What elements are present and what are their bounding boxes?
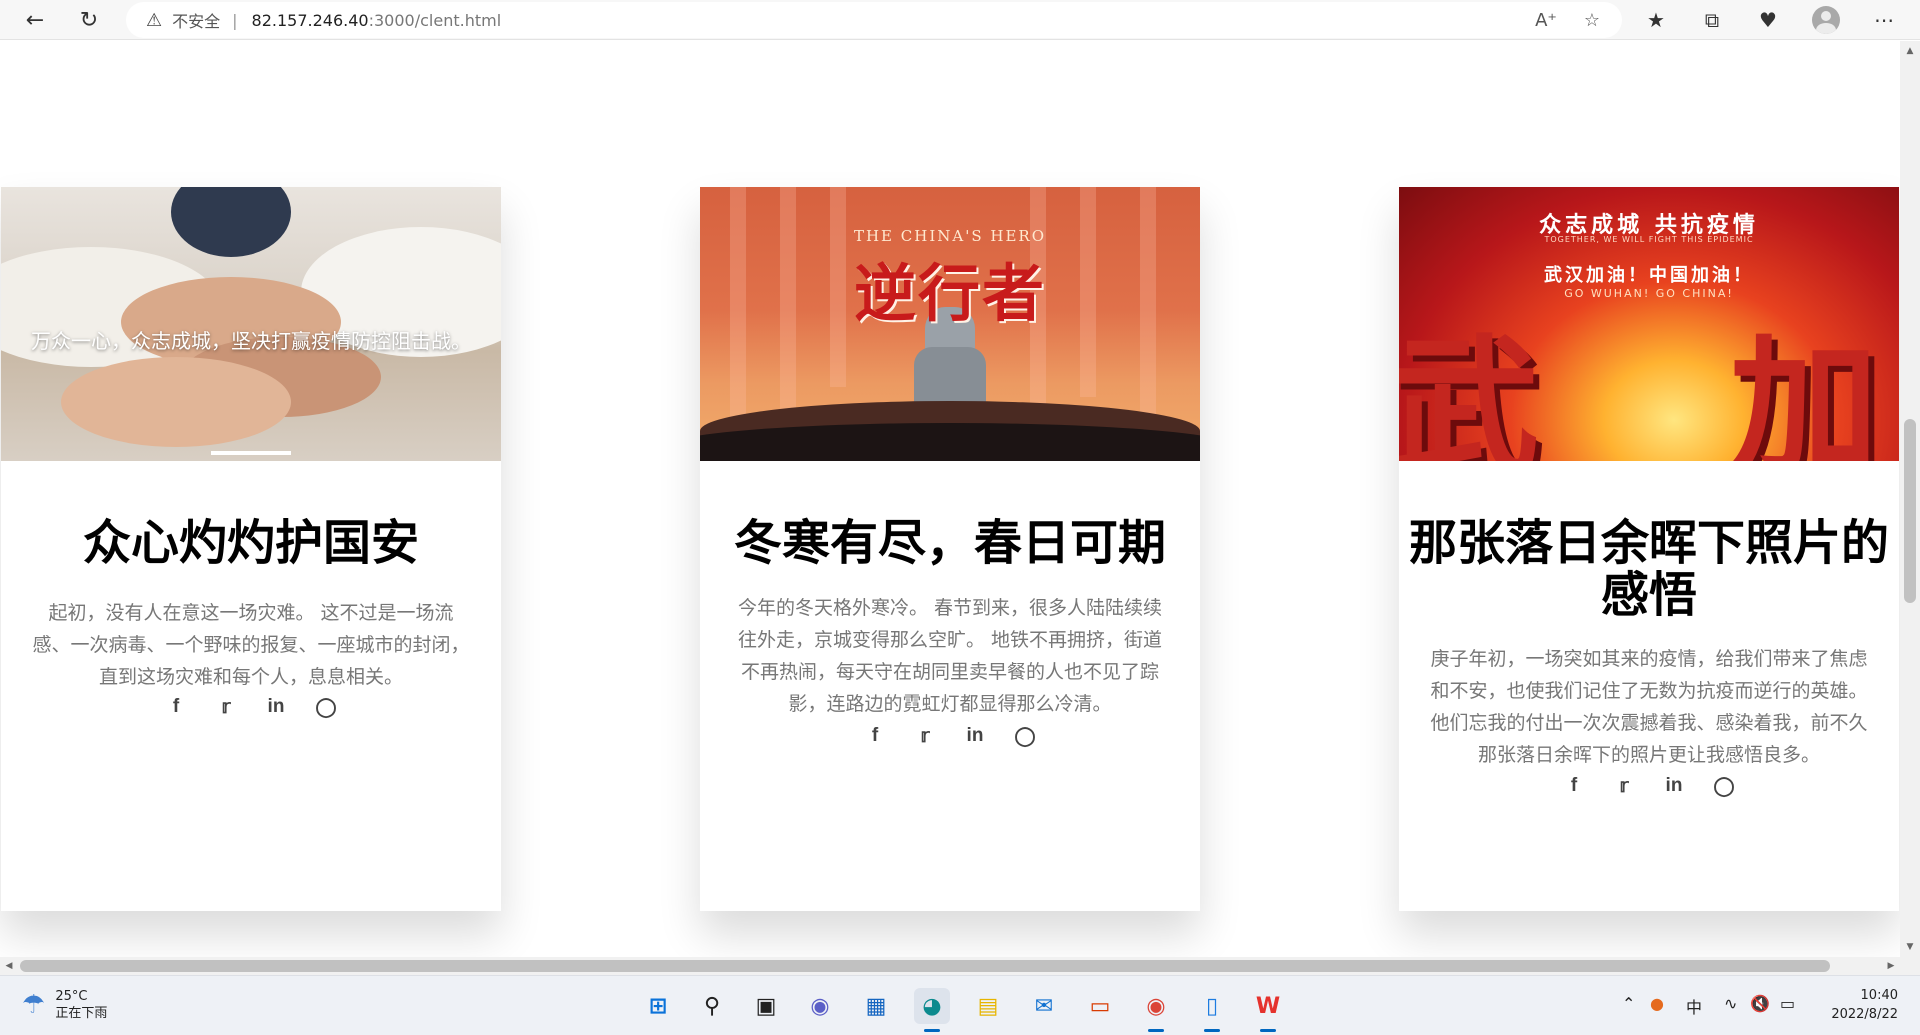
weather-temperature: 25°C (55, 989, 88, 1004)
horizontal-scrollbar[interactable]: ◀ ▶ (0, 957, 1900, 975)
address-separator: | (232, 10, 238, 30)
add-favorite-icon[interactable]: ☆ (1576, 4, 1608, 36)
search-icon[interactable]: ⚲ (694, 988, 730, 1024)
facebook-icon[interactable]: f (163, 694, 189, 720)
linkedin-icon[interactable]: in (1661, 773, 1687, 799)
clock-time: 10:40 (1860, 988, 1898, 1003)
wps-icon[interactable]: W (1250, 988, 1286, 1032)
image-caption: 万众一心，众志成城，坚决打赢疫情防控阻击战。 (31, 329, 471, 353)
collections-icon[interactable]: ⧉ (1692, 4, 1732, 36)
weather-condition: 正在下雨 (55, 1006, 108, 1021)
article-card[interactable]: 武 加 众志成城 共抗疫情 TOGETHER, WE WILL FIGHT TH… (1399, 187, 1899, 911)
wifi-icon[interactable]: ∿ (1724, 994, 1737, 1013)
url-path: :3000/clent.html (368, 10, 502, 30)
start-icon[interactable]: ⊞ (640, 988, 676, 1024)
browser-toolbar: ← ↻ ⚠ 不安全 | 82.157.246.40:3000/clent.htm… (0, 0, 1920, 40)
horizontal-scroll-thumb[interactable] (20, 960, 1830, 972)
social-links: f 𝕣 in ◯ (700, 723, 1200, 749)
tray-overflow-icon[interactable]: ⌃ (1622, 994, 1635, 1013)
health-icon[interactable]: ♥ (1748, 4, 1788, 36)
instagram-icon[interactable]: ◯ (313, 694, 339, 720)
banner-line-2: TOGETHER, WE WILL FIGHT THIS EPIDEMIC (1544, 235, 1754, 244)
store-icon[interactable]: ▦ (858, 988, 894, 1024)
scrollbar-corner (1900, 957, 1920, 975)
clock-date: 2022/8/22 (1831, 1007, 1898, 1022)
scroll-right-icon[interactable]: ▶ (1882, 957, 1900, 975)
banner-line-4: GO WUHAN! GO CHINA! (1564, 287, 1734, 300)
banner-big-char-left: 武 (1399, 322, 1540, 461)
article-card[interactable]: 万众一心，众志成城，坚决打赢疫情防控阻击战。 众心灼灼护国安 起初，没有人在意这… (1, 187, 501, 911)
twitter-icon[interactable]: 𝕣 (213, 694, 239, 720)
clock[interactable]: 10:40 2022/8/22 (1806, 986, 1898, 1024)
battery-icon[interactable]: ▭ (1780, 994, 1795, 1013)
ime-indicator[interactable]: 中 (1686, 994, 1702, 1018)
page-viewport: 万众一心，众志成城，坚决打赢疫情防控阻击战。 众心灼灼护国安 起初，没有人在意这… (0, 41, 1900, 957)
card-title: 众心灼灼护国安 (82, 515, 419, 571)
linkedin-icon[interactable]: in (263, 694, 289, 720)
taskbar: ☂ 25°C 正在下雨 ⊞ ⚲ ▣ ◉ ▦ ◕ ▤ ✉ ▭ ◉ ▯ W ⌃ ● … (0, 975, 1920, 1035)
social-links: f 𝕣 in ◯ (1, 694, 501, 720)
warning-icon: ⚠ (146, 9, 163, 31)
twitter-icon[interactable]: 𝕣 (1611, 773, 1637, 799)
phone-link-icon[interactable]: ▯ (1194, 988, 1230, 1032)
linkedin-icon[interactable]: in (962, 723, 988, 749)
card-image-poster: THE CHINA'S HERO 逆行者 (700, 187, 1200, 461)
favorites-icon[interactable]: ★ (1636, 4, 1676, 36)
card-text: 庚子年初，一场突如其来的疫情，给我们带来了焦虑和不安，也使我们记住了无数为抗疫而… (1430, 648, 1868, 766)
insecure-label: 不安全 (172, 12, 221, 31)
chrome-icon[interactable]: ◉ (1138, 988, 1174, 1032)
twitter-icon[interactable]: 𝕣 (912, 723, 938, 749)
social-links: f 𝕣 in ◯ (1399, 773, 1899, 799)
card-text: 起初，没有人在意这一场灾难。 这不过是一场流感、一次病毒、一个野味的报复、一座城… (32, 602, 470, 688)
facebook-icon[interactable]: f (862, 723, 888, 749)
card-text: 今年的冬天格外寒冷。 春节到来，很多人陆陆续续往外走，京城变得那么空旷。 地铁不… (737, 597, 1163, 715)
banner-big-char-right: 加 (1729, 322, 1880, 461)
card-title: 冬寒有尽，春日可期 (733, 515, 1166, 571)
instagram-icon[interactable]: ◯ (1711, 773, 1737, 799)
refresh-icon[interactable]: ↻ (72, 4, 106, 36)
profile-icon[interactable] (1812, 6, 1840, 34)
banner-line-3: 武汉加油！中国加油！ (1544, 265, 1754, 286)
card-image-banner: 武 加 众志成城 共抗疫情 TOGETHER, WE WILL FIGHT TH… (1399, 187, 1899, 461)
scroll-down-icon[interactable]: ▼ (1900, 939, 1920, 955)
url-host: 82.157.246.40 (251, 10, 369, 30)
chat-icon[interactable]: ◉ (802, 988, 838, 1024)
office-icon[interactable]: ▭ (1082, 988, 1118, 1024)
scroll-up-icon[interactable]: ▲ (1900, 43, 1920, 59)
instagram-icon[interactable]: ◯ (1012, 723, 1038, 749)
facebook-icon[interactable]: f (1561, 773, 1587, 799)
task-view-icon[interactable]: ▣ (748, 988, 784, 1024)
weather-widget[interactable]: ☂ 25°C 正在下雨 (22, 988, 107, 1022)
back-icon[interactable]: ← (18, 4, 52, 36)
article-card[interactable]: THE CHINA'S HERO 逆行者 冬寒有尽，春日可期 今年的冬天格外寒冷… (700, 187, 1200, 911)
volume-muted-icon[interactable]: 🔇 (1750, 994, 1770, 1013)
vertical-scroll-thumb[interactable] (1904, 419, 1916, 603)
file-explorer-icon[interactable]: ▤ (970, 988, 1006, 1024)
tray-app-icon[interactable]: ● (1650, 994, 1664, 1013)
address-bar[interactable]: ⚠ 不安全 | 82.157.246.40:3000/clent.html (126, 2, 1622, 38)
mail-icon[interactable]: ✉ (1026, 988, 1062, 1024)
card-title: 那张落日余晖下照片的感悟 (1409, 515, 1890, 623)
card-image-hands: 万众一心，众志成城，坚决打赢疫情防控阻击战。 (1, 187, 501, 461)
poster-title: 逆行者 (853, 257, 1046, 330)
edge-icon[interactable]: ◕ (914, 988, 950, 1032)
rain-umbrella-icon: ☂ (22, 990, 46, 1020)
scroll-left-icon[interactable]: ◀ (0, 957, 18, 975)
read-aloud-icon[interactable]: A⁺ (1530, 4, 1562, 36)
more-icon[interactable]: ⋯ (1864, 4, 1904, 36)
vertical-scrollbar[interactable]: ▲ ▼ (1900, 41, 1920, 957)
